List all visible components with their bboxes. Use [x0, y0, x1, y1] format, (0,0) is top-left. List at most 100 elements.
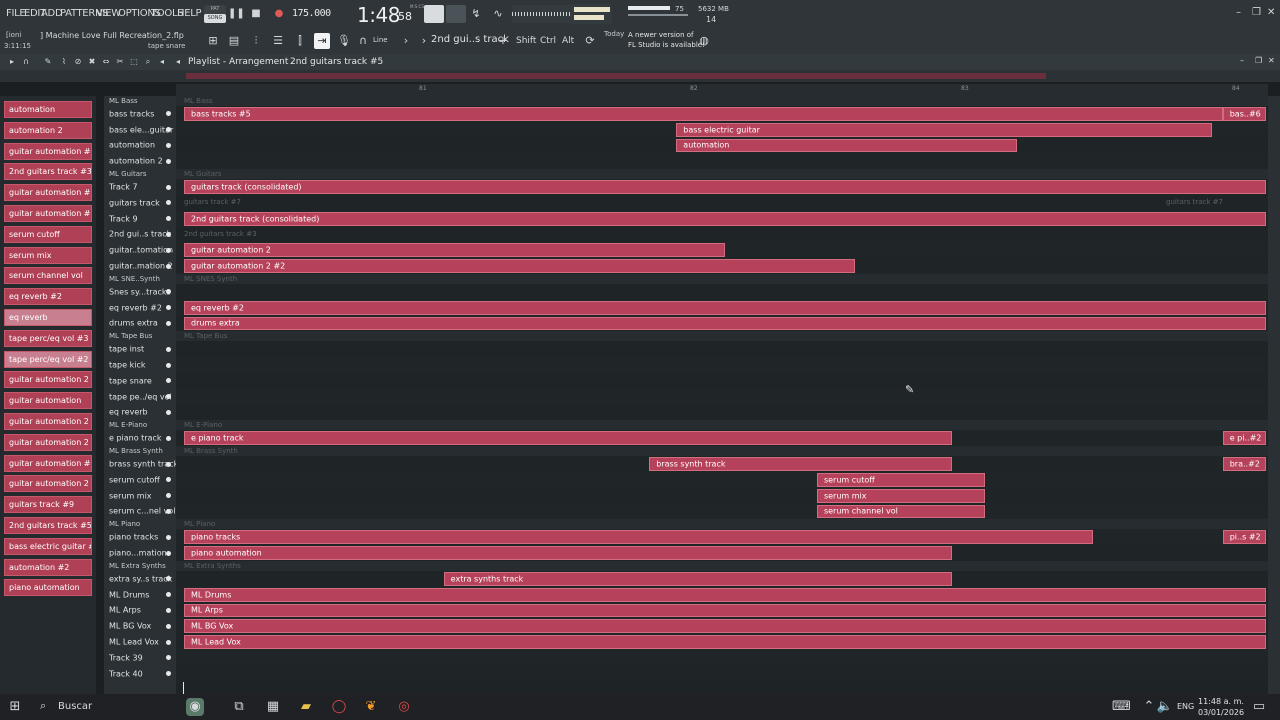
playlist-clip[interactable]: pi..s #2 [1222, 530, 1266, 545]
playlist-pattern-crumb[interactable]: 2nd guitars track #5 [290, 57, 383, 67]
track-header[interactable]: e piano track [104, 430, 176, 446]
microphone-icon[interactable]: 🎙 [336, 33, 352, 49]
shift-key-button[interactable]: Shift [516, 36, 536, 46]
language-indicator[interactable]: ENG [1177, 702, 1194, 711]
picker-clip-item[interactable]: automation [4, 101, 92, 118]
keyboard-icon[interactable]: ⌨ [1112, 698, 1131, 716]
track-lane[interactable] [176, 650, 1268, 666]
track-header[interactable]: drums extra [104, 316, 176, 332]
song-overview-strip[interactable] [186, 73, 1046, 79]
track-enable-icon[interactable] [166, 216, 171, 222]
menu-file[interactable]: FILE [6, 8, 26, 19]
track-header[interactable]: tape pe../eq vol [104, 389, 176, 405]
track-enable-icon[interactable] [166, 247, 171, 253]
playlist-clip[interactable]: guitars track (consolidated) [184, 180, 1266, 194]
playlist-overview-bar[interactable] [0, 70, 1280, 82]
picker-clip-item[interactable]: eq reverb #2 [4, 288, 92, 306]
track-lane[interactable] [176, 373, 1268, 389]
picker-clip-item[interactable]: guitar automation 2 #2 [4, 371, 92, 389]
playlist-clip[interactable]: ML Drums [184, 587, 1266, 602]
picker-clip-item[interactable]: automation 2 [4, 121, 92, 139]
track-header[interactable]: Track 7 [104, 179, 176, 195]
track-header[interactable]: ML Tape Bus [104, 331, 176, 341]
picker-clip-item[interactable]: 2nd guitars track #5 [4, 517, 92, 534]
picker-clip-item[interactable]: 2nd guitars track #3 [4, 163, 92, 181]
track-header[interactable]: tape kick [104, 357, 176, 373]
playlist-minimize-icon[interactable]: – [1240, 56, 1244, 65]
picker-clip-item[interactable]: serum cutoff [4, 225, 92, 243]
alt-key-button[interactable]: Alt [562, 36, 574, 46]
track-header[interactable]: piano tracks [104, 529, 176, 545]
track-enable-icon[interactable] [166, 346, 171, 352]
playlist-clip[interactable]: guitar automation 2 [184, 243, 725, 258]
track-enable-icon[interactable] [166, 550, 171, 556]
track-lane[interactable] [176, 169, 1268, 180]
maximize-icon[interactable]: ❐ [1252, 7, 1261, 18]
track-lane[interactable] [176, 226, 1268, 243]
playlist-clip[interactable]: ML Lead Vox [184, 635, 1266, 649]
track-enable-icon[interactable] [166, 320, 171, 326]
track-enable-icon[interactable] [166, 111, 171, 117]
record-icon[interactable]: ● [271, 6, 287, 22]
track-header[interactable]: Track 40 [104, 666, 176, 682]
task-view-icon[interactable]: ⧉ [230, 698, 248, 716]
playlist-clip[interactable]: 2nd guitars track (consolidated) [184, 211, 1266, 226]
track-header[interactable]: ML Arps [104, 603, 176, 619]
track-lane[interactable] [176, 404, 1268, 421]
track-enable-icon[interactable] [166, 409, 171, 415]
track-header[interactable]: tape snare [104, 373, 176, 389]
track-header[interactable]: 2nd gui..s track [104, 227, 176, 243]
loop-record-icon[interactable]: ↯ [468, 6, 484, 22]
playlist-clip[interactable]: serum channel vol [816, 504, 985, 519]
picker-clip-item[interactable]: serum channel vol [4, 267, 92, 285]
track-header[interactable]: serum cutoff [104, 472, 176, 488]
piano-roll-icon[interactable]: ⫶ [248, 33, 264, 49]
track-enable-icon[interactable] [166, 158, 171, 164]
track-header[interactable]: ML Guitars [104, 169, 176, 179]
recorder-icon[interactable]: ◎ [395, 698, 413, 716]
playlist-clip[interactable]: drums extra [184, 316, 1266, 331]
web-icon[interactable]: ◍ [696, 33, 712, 49]
wait-record-icon[interactable] [446, 5, 466, 23]
snap-mode-label[interactable]: Line [373, 36, 388, 44]
track-lane[interactable] [176, 519, 1268, 530]
track-enable-icon[interactable] [166, 378, 171, 384]
news-icon[interactable]: ⟳ [582, 33, 598, 49]
master-pitch-slider[interactable] [628, 14, 688, 16]
track-header[interactable]: automation [104, 138, 176, 154]
picker-clip-item[interactable]: tape perc/eq vol #3 [4, 329, 92, 347]
news-message[interactable]: A newer version of FL Studio is availabl… [628, 30, 705, 50]
playlist-clip[interactable]: e pi..#2 [1222, 431, 1266, 446]
playlist-clip[interactable]: eq reverb #2 [184, 300, 1266, 315]
magnet-icon[interactable]: ∩ [18, 54, 34, 70]
playlist-clip[interactable]: e piano track [184, 431, 953, 446]
track-enable-icon[interactable] [166, 508, 171, 514]
track-header[interactable]: ML BG Vox [104, 618, 176, 634]
track-lane[interactable] [176, 195, 1268, 211]
picker-clip-item[interactable]: guitar automation 2 #4 [4, 475, 92, 493]
track-header[interactable]: tape inst [104, 341, 176, 357]
track-header[interactable]: ML Lead Vox [104, 634, 176, 650]
track-lane[interactable] [176, 472, 1268, 488]
picker-clip-item[interactable]: piano automation [4, 579, 92, 597]
picker-clip-item[interactable]: guitar automation #2 [4, 142, 92, 160]
track-header[interactable]: Track 9 [104, 211, 176, 227]
track-lane[interactable] [176, 153, 1268, 170]
playlist-clip[interactable]: automation [676, 138, 1018, 153]
playlist-clip[interactable]: piano automation [184, 546, 953, 560]
track-enable-icon[interactable] [166, 200, 171, 206]
track-header[interactable]: Snes sy...tracks [104, 284, 176, 300]
track-enable-icon[interactable] [166, 607, 171, 613]
track-header[interactable]: guitars track [104, 195, 176, 211]
playlist-clip[interactable]: serum cutoff [816, 473, 985, 487]
track-lane[interactable] [176, 388, 1268, 405]
opera-icon[interactable]: ◯ [330, 698, 348, 716]
stop-icon[interactable]: ■ [248, 6, 264, 22]
track-enable-icon[interactable] [166, 435, 171, 441]
track-lane[interactable] [176, 665, 1268, 682]
track-header[interactable]: bass tracks [104, 106, 176, 122]
track-header[interactable]: extra sy..s track [104, 571, 176, 587]
picker-clip-item[interactable]: guitar automation 2 [4, 413, 92, 430]
store-icon[interactable]: ▦ [264, 698, 282, 716]
close-icon[interactable]: ✕ [1267, 7, 1275, 18]
